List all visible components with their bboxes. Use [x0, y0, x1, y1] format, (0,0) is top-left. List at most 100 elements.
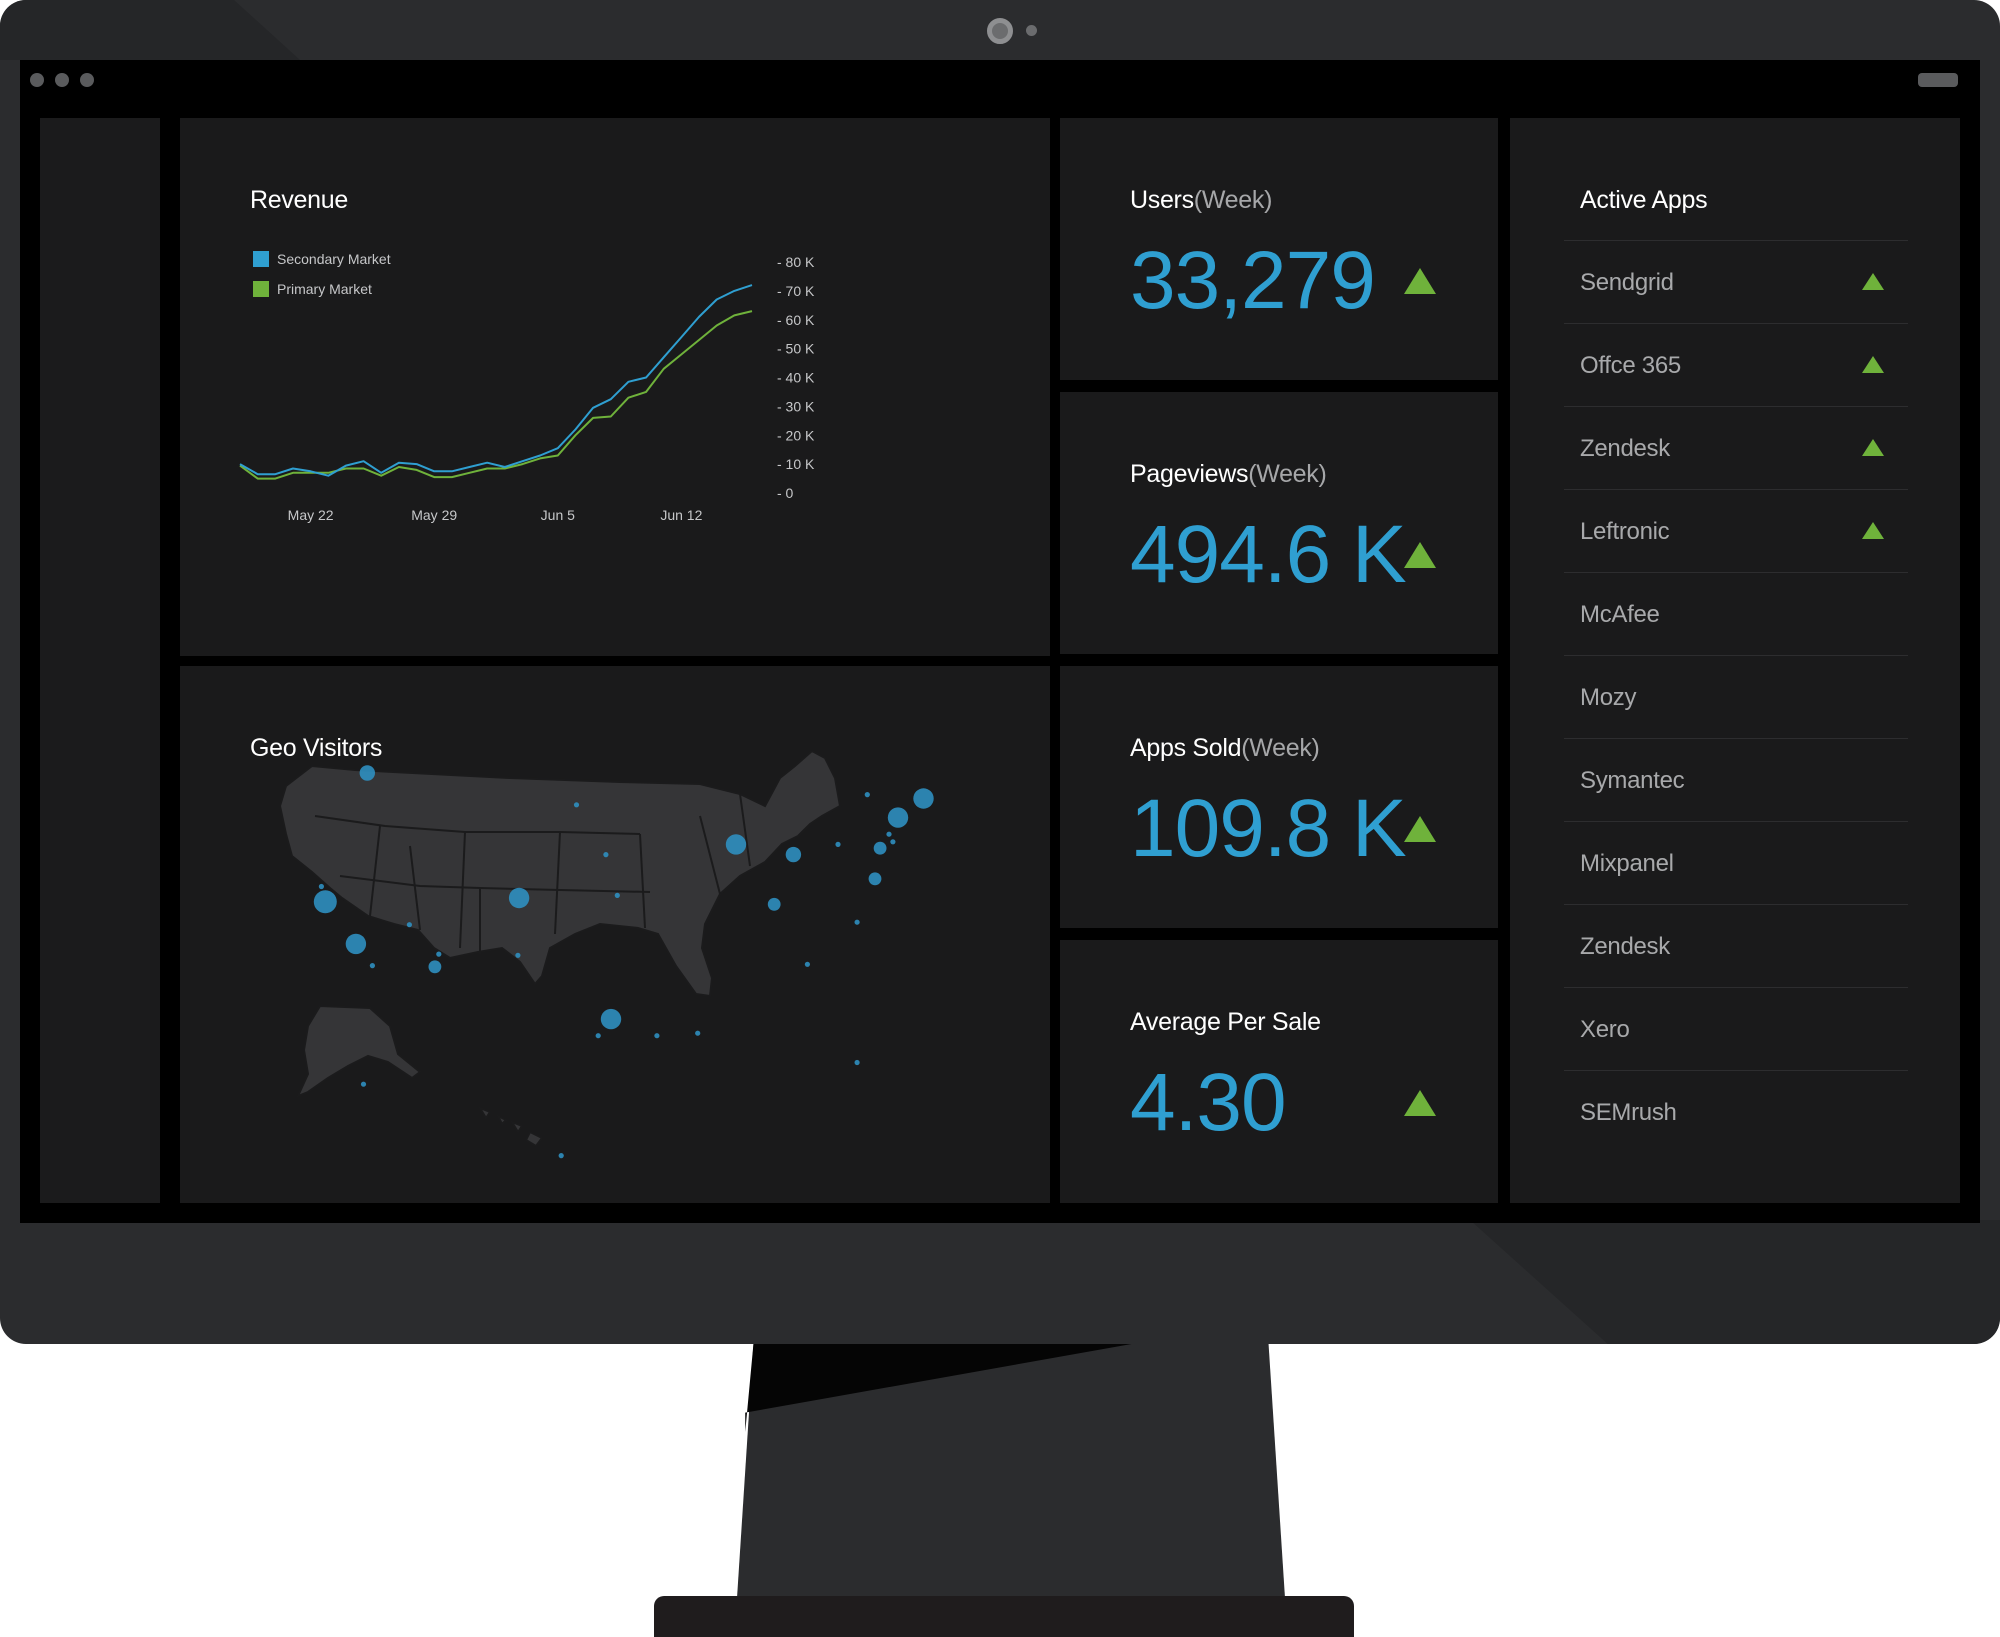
visitor-bubble[interactable] [890, 839, 896, 845]
app-row[interactable]: Symantec [1564, 738, 1908, 821]
trend-up-icon [1862, 522, 1884, 539]
legend-label-primary: Primary Market [277, 281, 372, 297]
app-row[interactable]: Xero [1564, 987, 1908, 1070]
kpi-period: (Week) [1241, 734, 1320, 762]
visitor-bubble[interactable] [725, 834, 747, 855]
window-menu-bar-icon[interactable] [1918, 73, 1958, 87]
visitor-bubble[interactable] [835, 841, 841, 847]
app-name: SEMrush [1580, 1099, 1677, 1126]
app-row[interactable]: McAfee [1564, 572, 1908, 655]
visitor-bubble[interactable] [864, 792, 870, 798]
series-line [239, 284, 753, 477]
app-row[interactable]: Zendesk [1564, 904, 1908, 987]
app-name: Sendgrid [1580, 269, 1674, 296]
y-tick-label: - 30 K [777, 398, 815, 414]
visitor-bubble[interactable] [804, 961, 811, 967]
visitor-bubble[interactable] [345, 933, 367, 955]
visitor-bubble[interactable] [600, 1008, 622, 1030]
visitor-bubble[interactable] [313, 890, 337, 914]
visitor-bubble[interactable] [369, 963, 375, 969]
app-row[interactable]: Offce 365 [1564, 323, 1908, 406]
visitor-bubble[interactable] [887, 807, 909, 828]
trend-up-icon [1404, 268, 1436, 294]
kpi-label: Average Per Sale [1130, 1008, 1321, 1037]
app-row[interactable]: Leftronic [1564, 489, 1908, 572]
kpi-period: (Week) [1193, 186, 1273, 214]
kpi-apps-sold-panel: Apps Sold(Week) 109.8 K [1060, 666, 1498, 928]
y-tick-label: - 20 K [777, 427, 815, 443]
visitor-bubble[interactable] [767, 897, 781, 911]
window-minimize-dot[interactable] [55, 73, 69, 87]
legend-swatch-primary [253, 281, 269, 297]
y-tick-label: - 50 K [777, 341, 815, 357]
visitor-bubble[interactable] [595, 1033, 601, 1039]
y-tick-label: - 10 K [777, 456, 815, 472]
visitor-bubble[interactable] [913, 788, 934, 809]
app-row[interactable]: SEMrush [1564, 1070, 1908, 1153]
kpi-label: Pageviews(Week) [1130, 460, 1327, 489]
visitor-bubble[interactable] [318, 883, 324, 890]
kpi-users-panel: Users(Week) 33,279 [1060, 118, 1498, 380]
kpi-pageviews-panel: Pageviews(Week) 494.6 K [1060, 392, 1498, 654]
visitor-bubble[interactable] [515, 952, 521, 958]
app-row[interactable]: Sendgrid [1564, 240, 1908, 323]
visitor-bubble[interactable] [360, 1081, 367, 1087]
visitor-bubble[interactable] [654, 1033, 660, 1039]
app-name: Offce 365 [1580, 352, 1681, 379]
trend-up-icon [1404, 816, 1436, 842]
visitor-bubble[interactable] [868, 872, 882, 886]
kpi-name: Users [1130, 186, 1194, 214]
app-row[interactable]: Mozy [1564, 655, 1908, 738]
visitor-bubble[interactable] [406, 922, 412, 928]
app-row[interactable]: Zendesk [1564, 406, 1908, 489]
active-apps-title: Active Apps [1580, 186, 1708, 214]
x-tick-label: May 22 [288, 507, 334, 523]
y-tick-label: - 60 K [777, 312, 815, 328]
legend-label-secondary: Secondary Market [277, 251, 391, 267]
active-apps-panel: Active Apps Sendgrid Offce 365 Zendesk Left… [1510, 118, 1960, 1203]
app-name: Symantec [1580, 767, 1685, 794]
visitor-bubble[interactable] [695, 1030, 701, 1036]
us-alaska [296, 1004, 422, 1098]
visitor-bubble[interactable] [428, 960, 442, 974]
window-zoom-dot[interactable] [80, 73, 94, 87]
visitor-bubble[interactable] [873, 841, 887, 855]
visitor-bubble[interactable] [573, 802, 580, 808]
kpi-name: Average Per Sale [1130, 1008, 1321, 1036]
visitor-bubble[interactable] [854, 1059, 860, 1066]
visitor-bubble[interactable] [614, 892, 620, 898]
trend-up-icon [1862, 439, 1884, 456]
us-hawaii [477, 1105, 544, 1148]
kpi-period: (Week) [1248, 460, 1327, 488]
kpi-value: 33,279 [1130, 235, 1376, 326]
visitor-bubble[interactable] [508, 887, 530, 909]
x-tick-label: Jun 12 [660, 507, 702, 523]
sidebar [40, 118, 160, 1203]
app-name: Mixpanel [1580, 850, 1674, 877]
x-tick-label: May 29 [411, 507, 457, 523]
kpi-name: Apps Sold [1130, 734, 1242, 762]
y-tick-label: - 0 [777, 485, 794, 501]
trend-up-icon [1862, 356, 1884, 373]
app-name: Mozy [1580, 684, 1637, 711]
revenue-panel: Revenue Secondary Market Primary Market … [180, 118, 1050, 656]
y-tick-label: - 40 K [777, 370, 815, 386]
app-name: Zendesk [1580, 435, 1670, 462]
visitor-bubble[interactable] [854, 919, 860, 925]
geo-panel: Geo Visitors [180, 666, 1050, 1203]
kpi-average-sale-panel: Average Per Sale 4.30 [1060, 940, 1498, 1203]
visitor-bubble[interactable] [436, 951, 442, 957]
trend-up-icon [1404, 1090, 1436, 1116]
monitor-stand-base [654, 1596, 1354, 1637]
visitor-bubble[interactable] [785, 846, 802, 863]
legend-swatch-secondary [253, 251, 269, 267]
visitor-bubble[interactable] [359, 765, 375, 781]
app-row[interactable]: Mixpanel [1564, 821, 1908, 904]
visitor-bubble[interactable] [558, 1153, 564, 1159]
monitor-frame: Revenue Secondary Market Primary Market … [0, 0, 2000, 1344]
bezel-shade [1470, 1220, 2000, 1344]
window-close-dot[interactable] [30, 73, 44, 87]
visitor-bubble[interactable] [886, 831, 892, 837]
us-contiguous [278, 749, 842, 998]
visitor-bubble[interactable] [603, 852, 609, 858]
